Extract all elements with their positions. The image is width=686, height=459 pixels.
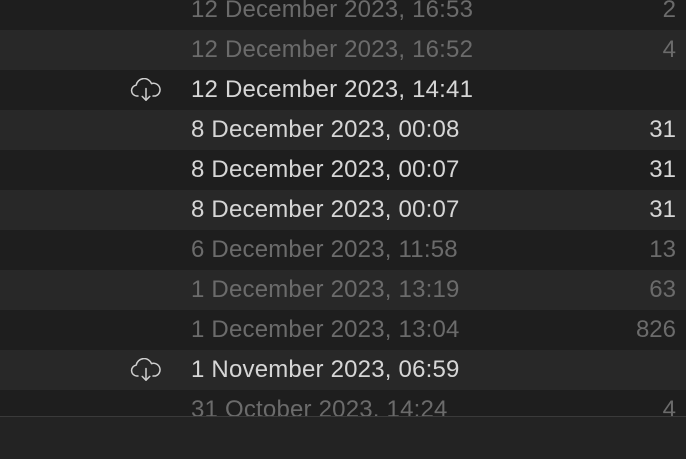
list-item[interactable]: 12 December 2023, 16:53 2 (0, 0, 686, 30)
list-item[interactable]: 8 December 2023, 00:07 31 (0, 190, 686, 230)
item-date: 12 December 2023, 14:41 (191, 76, 474, 103)
cloud-download-icon[interactable] (129, 358, 163, 382)
item-date: 1 December 2023, 13:19 (191, 276, 460, 303)
backup-list: 12 December 2023, 16:53 2 12 December 20… (0, 0, 686, 416)
item-count: 4 (662, 396, 676, 417)
item-date: 6 December 2023, 11:58 (191, 236, 458, 263)
item-date: 1 November 2023, 06:59 (191, 356, 460, 383)
item-count: 63 (649, 276, 676, 303)
item-count: 31 (649, 156, 676, 183)
item-count: 826 (635, 316, 676, 343)
list-item[interactable]: 8 December 2023, 00:07 31 (0, 150, 686, 190)
list-item[interactable]: 12 December 2023, 14:41 (0, 70, 686, 110)
item-date: 31 October 2023, 14:24 (191, 396, 448, 417)
item-date: 8 December 2023, 00:07 (191, 156, 460, 183)
item-date: 8 December 2023, 00:08 (191, 116, 460, 143)
item-count: 13 (649, 236, 676, 263)
list-item[interactable]: 1 December 2023, 13:04 826 (0, 310, 686, 350)
list-item[interactable]: 12 December 2023, 16:52 4 (0, 30, 686, 70)
cloud-download-icon[interactable] (129, 78, 163, 102)
item-date: 12 December 2023, 16:53 (191, 0, 474, 23)
list-item[interactable]: 1 December 2023, 13:19 63 (0, 270, 686, 310)
item-date: 8 December 2023, 00:07 (191, 196, 460, 223)
item-date: 12 December 2023, 16:52 (191, 36, 474, 63)
list-item[interactable]: 31 October 2023, 14:24 4 (0, 390, 686, 416)
item-count: 31 (649, 116, 676, 143)
list-footer (0, 416, 686, 459)
item-count: 4 (662, 36, 676, 63)
list-item[interactable]: 1 November 2023, 06:59 (0, 350, 686, 390)
list-item[interactable]: 8 December 2023, 00:08 31 (0, 110, 686, 150)
item-date: 1 December 2023, 13:04 (191, 316, 460, 343)
item-count: 2 (662, 0, 676, 23)
item-count: 31 (649, 196, 676, 223)
list-item[interactable]: 6 December 2023, 11:58 13 (0, 230, 686, 270)
